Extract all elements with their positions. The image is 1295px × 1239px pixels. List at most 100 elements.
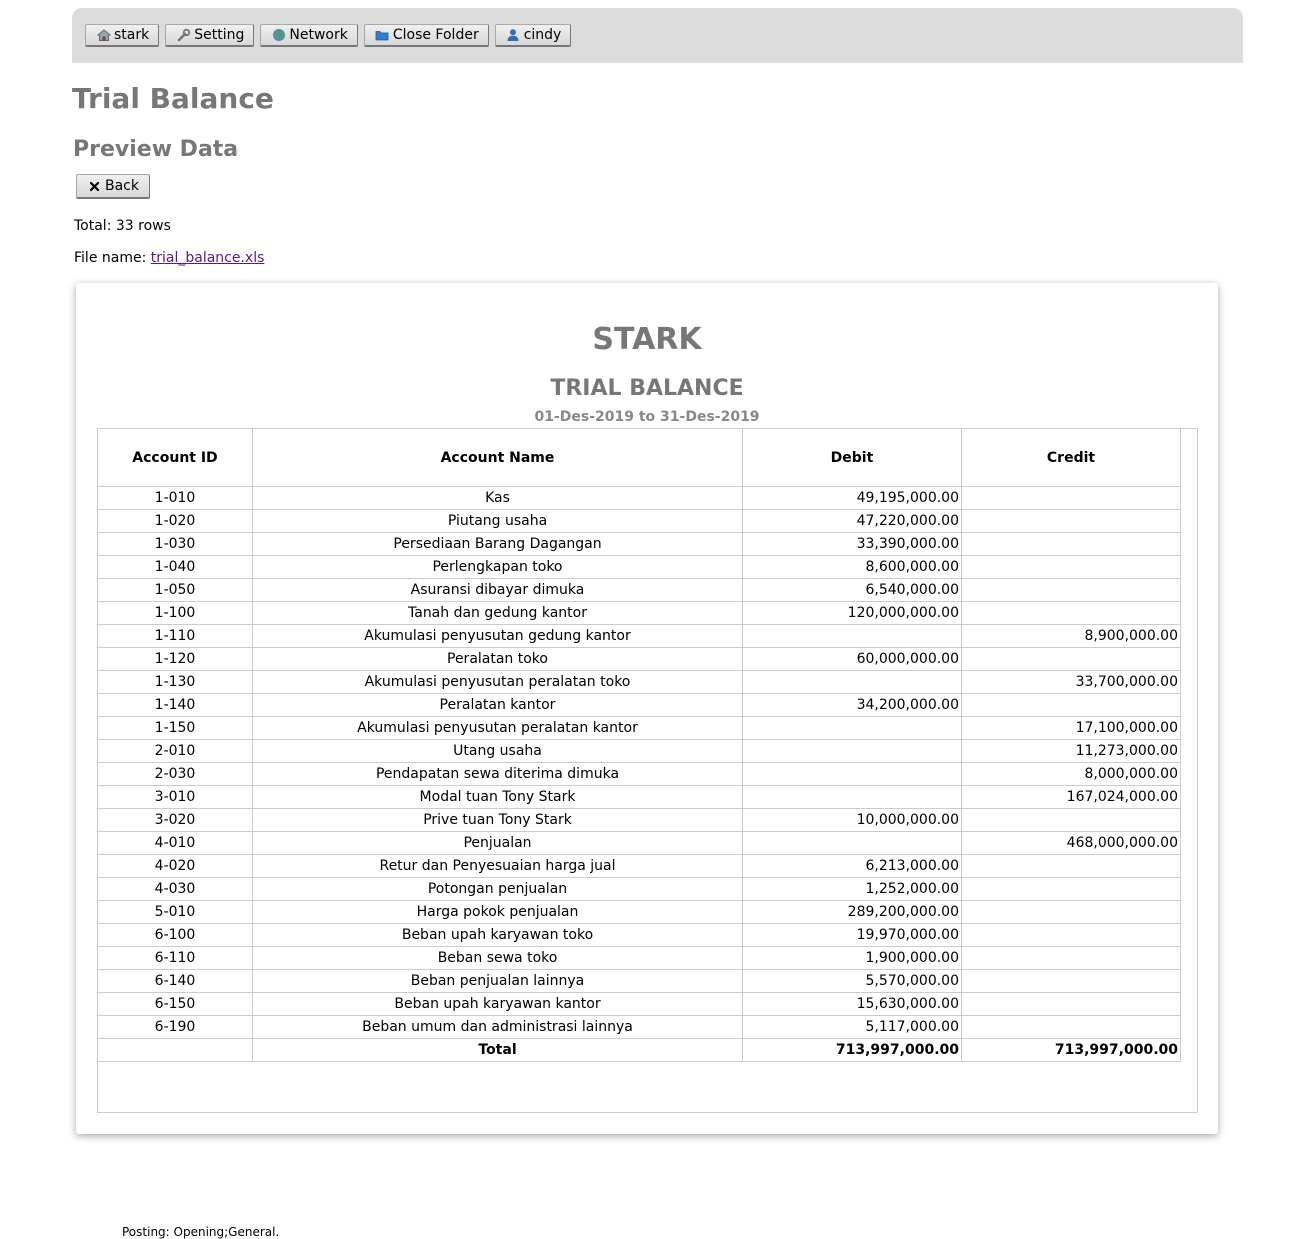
account-name-cell: Akumulasi penyusutan gedung kantor (252, 624, 743, 648)
account-id-cell: 6-140 (97, 969, 253, 993)
credit-cell (961, 992, 1181, 1016)
credit-cell (961, 693, 1181, 717)
account-id-cell: 1-100 (97, 601, 253, 625)
debit-cell: 60,000,000.00 (742, 647, 962, 671)
account-name-cell: Pendapatan sewa diterima dimuka (252, 762, 743, 786)
account-id-cell: 4-020 (97, 854, 253, 878)
account-id-cell: 4-030 (97, 877, 253, 901)
credit-cell (961, 509, 1181, 533)
account-name-cell: Beban upah karyawan kantor (252, 992, 743, 1016)
debit-cell (742, 716, 962, 740)
debit-cell: 289,200,000.00 (742, 900, 962, 924)
account-id-cell: 6-150 (97, 992, 253, 1016)
account-name-cell: Prive tuan Tony Stark (252, 808, 743, 832)
debit-cell: 34,200,000.00 (742, 693, 962, 717)
credit-cell (961, 854, 1181, 878)
account-name-cell: Akumulasi penyusutan peralatan kantor (252, 716, 743, 740)
table-row: 4-030 Potongan penjualan 1,252,000.00 (97, 877, 1181, 901)
toolbar-button-network[interactable]: Network (260, 24, 358, 47)
account-id-cell: 1-150 (97, 716, 253, 740)
total-label: Total (252, 1038, 743, 1062)
account-id-cell: 1-110 (97, 624, 253, 648)
credit-cell (961, 923, 1181, 947)
account-name-cell: Asuransi dibayar dimuka (252, 578, 743, 602)
debit-cell: 33,390,000.00 (742, 532, 962, 556)
account-name-cell: Beban sewa toko (252, 946, 743, 970)
debit-cell (742, 670, 962, 694)
home-icon (96, 28, 111, 43)
close-icon (87, 179, 102, 194)
table-row: 6-190 Beban umum dan administrasi lainnya… (97, 1015, 1181, 1039)
file-name-label: File name: (74, 250, 147, 266)
account-id-cell: 1-030 (97, 532, 253, 556)
total-debit: 713,997,000.00 (742, 1038, 962, 1062)
debit-cell (742, 831, 962, 855)
account-id-cell: 1-140 (97, 693, 253, 717)
table-row: 2-030 Pendapatan sewa diterima dimuka 8,00… (97, 762, 1181, 786)
debit-cell: 120,000,000.00 (742, 601, 962, 625)
table-row: 3-020 Prive tuan Tony Stark 10,000,000.00 (97, 808, 1181, 832)
debit-cell: 1,252,000.00 (742, 877, 962, 901)
report-period: 01-Des-2019 to 31-Des-2019 (534, 409, 760, 425)
toolbar-button-user[interactable]: cindy (494, 24, 572, 47)
top-toolbar: stark Setting Network Close Folder cindy (72, 8, 1243, 63)
table-row: 1-110 Akumulasi penyusutan gedung kantor 8… (97, 624, 1181, 648)
table-row: 1-120 Peralatan toko 60,000,000.00 (97, 647, 1181, 671)
file-name-link[interactable]: trial_balance.xls (151, 250, 265, 266)
debit-cell: 19,970,000.00 (742, 923, 962, 947)
table-row: 1-140 Peralatan kantor 34,200,000.00 (97, 693, 1181, 717)
back-button[interactable]: Back (76, 174, 150, 199)
wrench-icon (176, 28, 191, 43)
credit-cell: 33,700,000.00 (961, 670, 1181, 694)
account-name-cell: Beban penjualan lainnya (252, 969, 743, 993)
column-header-credit: Credit (961, 428, 1181, 487)
toolbar-button-stark[interactable]: stark (85, 24, 160, 47)
total-credit: 713,997,000.00 (961, 1038, 1181, 1062)
account-id-cell: 1-040 (97, 555, 253, 579)
account-id-cell: 1-020 (97, 509, 253, 533)
table-row: 2-010 Utang usaha 11,273,000.00 (97, 739, 1181, 763)
account-id-cell: 1-120 (97, 647, 253, 671)
report-title: TRIAL BALANCE (550, 376, 744, 401)
table-row: 6-150 Beban upah karyawan kantor 15,630,00… (97, 992, 1181, 1016)
table-row: 1-050 Asuransi dibayar dimuka 6,540,000.00 (97, 578, 1181, 602)
account-id-cell: 5-010 (97, 900, 253, 924)
table-row: 1-040 Perlengkapan toko 8,600,000.00 (97, 555, 1181, 579)
debit-cell: 1,900,000.00 (742, 946, 962, 970)
row-count: Total: 33 rows (74, 218, 171, 234)
report-table-frame: Account ID Account Name Debit Credit 1-0… (97, 428, 1198, 1239)
report-preview: STARK TRIAL BALANCE 01-Des-2019 to 31-De… (76, 283, 1218, 1239)
account-name-cell: Beban upah karyawan toko (252, 923, 743, 947)
account-name-cell: Beban umum dan administrasi lainnya (252, 1015, 743, 1039)
posting-note: Posting: Opening;General. (122, 1225, 280, 1239)
toolbar-button-label: Network (289, 27, 348, 43)
credit-cell (961, 532, 1181, 556)
debit-cell (742, 762, 962, 786)
toolbar-button-label: Setting (194, 27, 245, 43)
table-row: 6-140 Beban penjualan lainnya 5,570,000.00 (97, 969, 1181, 993)
debit-cell: 47,220,000.00 (742, 509, 962, 533)
credit-cell (961, 555, 1181, 579)
table-row: 3-010 Modal tuan Tony Stark 167,024,000.00 (97, 785, 1181, 809)
account-id-cell: 1-050 (97, 578, 253, 602)
credit-cell: 468,000,000.00 (961, 831, 1181, 855)
credit-cell (961, 946, 1181, 970)
trial-balance-table: Account ID Account Name Debit Credit 1-0… (97, 428, 1181, 1062)
toolbar-button-setting[interactable]: Setting (165, 24, 255, 47)
credit-cell (961, 601, 1181, 625)
toolbar-button-close-folder[interactable]: Close Folder (363, 24, 489, 47)
account-name-cell: Modal tuan Tony Stark (252, 785, 743, 809)
debit-cell (742, 739, 962, 763)
table-row: 5-010 Harga pokok penjualan 289,200,000.00 (97, 900, 1181, 924)
account-name-cell: Potongan penjualan (252, 877, 743, 901)
account-name-cell: Perlengkapan toko (252, 555, 743, 579)
back-button-label: Back (105, 178, 139, 194)
debit-cell (742, 785, 962, 809)
account-id-cell: 2-030 (97, 762, 253, 786)
table-body: 1-010 Kas 49,195,000.00 1-020 Piutang usaha 4… (97, 486, 1181, 1039)
column-header-debit: Debit (742, 428, 962, 487)
debit-cell: 5,117,000.00 (742, 1015, 962, 1039)
debit-cell: 5,570,000.00 (742, 969, 962, 993)
report-company: STARK (592, 322, 702, 357)
account-name-cell: Penjualan (252, 831, 743, 855)
